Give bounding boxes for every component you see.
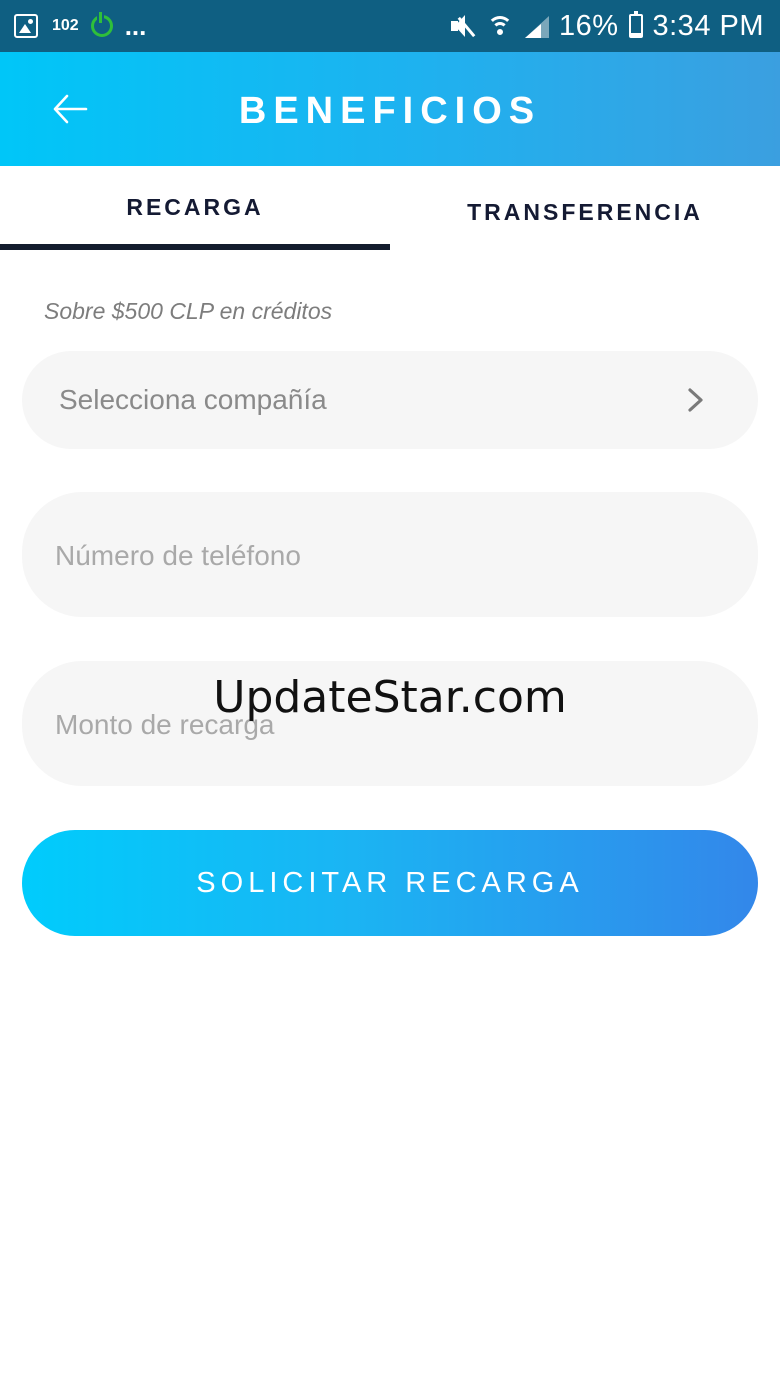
status-bar: 102 ... 16% 3:34 PM <box>0 0 780 52</box>
battery-charging-icon <box>628 11 643 38</box>
clock: 3:34 PM <box>652 9 764 42</box>
battery-percent: 16% <box>558 9 619 42</box>
status-bar-right: 16% 3:34 PM <box>449 8 764 44</box>
chevron-right-icon <box>688 388 703 412</box>
active-tab-indicator <box>0 244 390 250</box>
more-notifications: ... <box>124 11 147 41</box>
tab-transferencia[interactable]: TRANSFERENCIA <box>390 166 780 254</box>
signal-icon <box>523 14 549 38</box>
watermark: UpdateStar.com <box>213 672 567 723</box>
request-recharge-button[interactable]: SOLICITAR RECARGA <box>22 830 758 936</box>
phone-number-placeholder: Número de teléfono <box>55 540 301 571</box>
power-icon <box>90 12 113 37</box>
credits-hint: Sobre $500 CLP en créditos <box>44 298 333 324</box>
mute-icon <box>449 13 477 39</box>
app-header: BENEFICIOS <box>0 52 780 166</box>
tab-label: TRANSFERENCIA <box>467 199 703 225</box>
tab-recarga[interactable]: RECARGA <box>0 166 390 254</box>
tab-bar: RECARGA TRANSFERENCIA <box>0 166 780 254</box>
notification-count: 102 <box>52 17 79 34</box>
phone-number-field[interactable]: Número de teléfono <box>22 492 758 617</box>
status-bar-left: 102 ... <box>14 10 146 42</box>
wifi-icon <box>486 14 513 38</box>
company-select-placeholder: Selecciona compañía <box>59 384 327 415</box>
company-select[interactable]: Selecciona compañía <box>22 351 758 449</box>
image-icon <box>14 14 38 38</box>
page-title: BENEFICIOS <box>238 90 542 132</box>
tab-label: RECARGA <box>126 194 264 220</box>
